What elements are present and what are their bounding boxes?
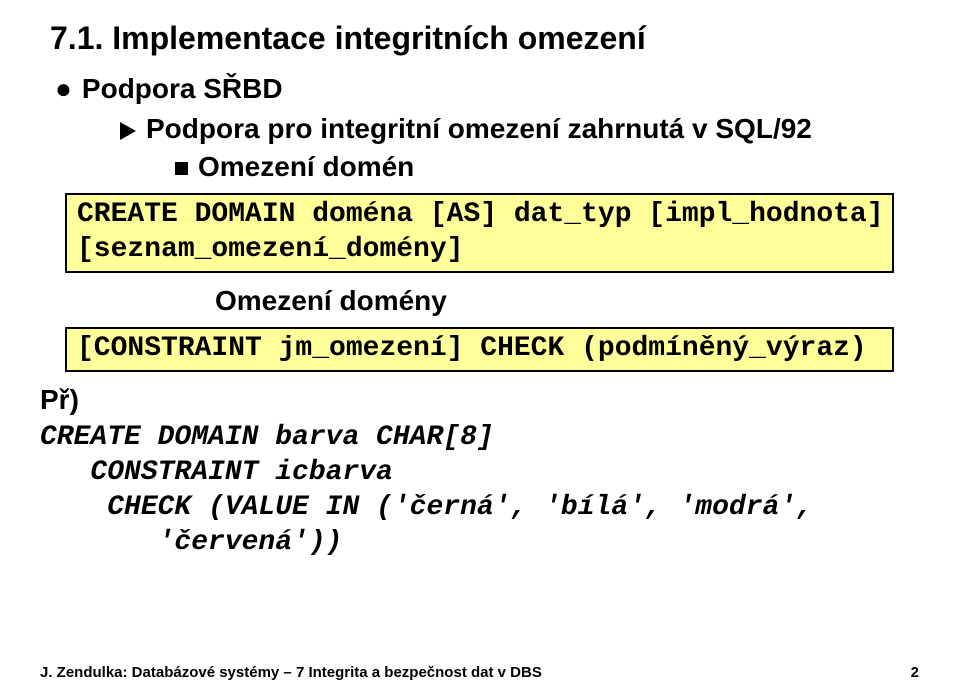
example-code: CREATE DOMAIN barva CHAR[8] CONSTRAINT i… bbox=[40, 420, 919, 560]
sublabel-line: Omezení domény bbox=[40, 285, 919, 317]
bullet-text-1: Podpora SŘBD bbox=[82, 73, 283, 105]
arrow-text-1: Podpora pro integritní omezení zahrnutá … bbox=[146, 113, 812, 145]
example-label: Př) bbox=[40, 384, 919, 416]
code-box-2: [CONSTRAINT jm_omezení] CHECK (podmíněný… bbox=[65, 327, 894, 372]
bullet-dot-icon: ● bbox=[55, 75, 72, 103]
arrow-line-1: Podpora pro integritní omezení zahrnutá … bbox=[55, 113, 919, 145]
sublabel-text: Omezení domény bbox=[215, 285, 447, 317]
square-text-1: Omezení domén bbox=[198, 151, 414, 183]
code-box-1: CREATE DOMAIN doména [AS] dat_typ [impl_… bbox=[65, 193, 894, 273]
footer-citation: J. Zendulka: Databázové systémy – 7 Inte… bbox=[40, 664, 542, 681]
bullet-line-1: ● Podpora SŘBD bbox=[55, 73, 919, 105]
footer-page-number: 2 bbox=[911, 664, 919, 681]
arrow-right-icon bbox=[120, 122, 136, 140]
section-heading: 7.1. Implementace integritních omezení bbox=[40, 20, 919, 57]
square-line-1: Omezení domén bbox=[55, 151, 919, 183]
page-footer: J. Zendulka: Databázové systémy – 7 Inte… bbox=[40, 664, 919, 681]
bullet-section: ● Podpora SŘBD Podpora pro integritní om… bbox=[40, 73, 919, 183]
square-bullet-icon bbox=[175, 162, 188, 175]
